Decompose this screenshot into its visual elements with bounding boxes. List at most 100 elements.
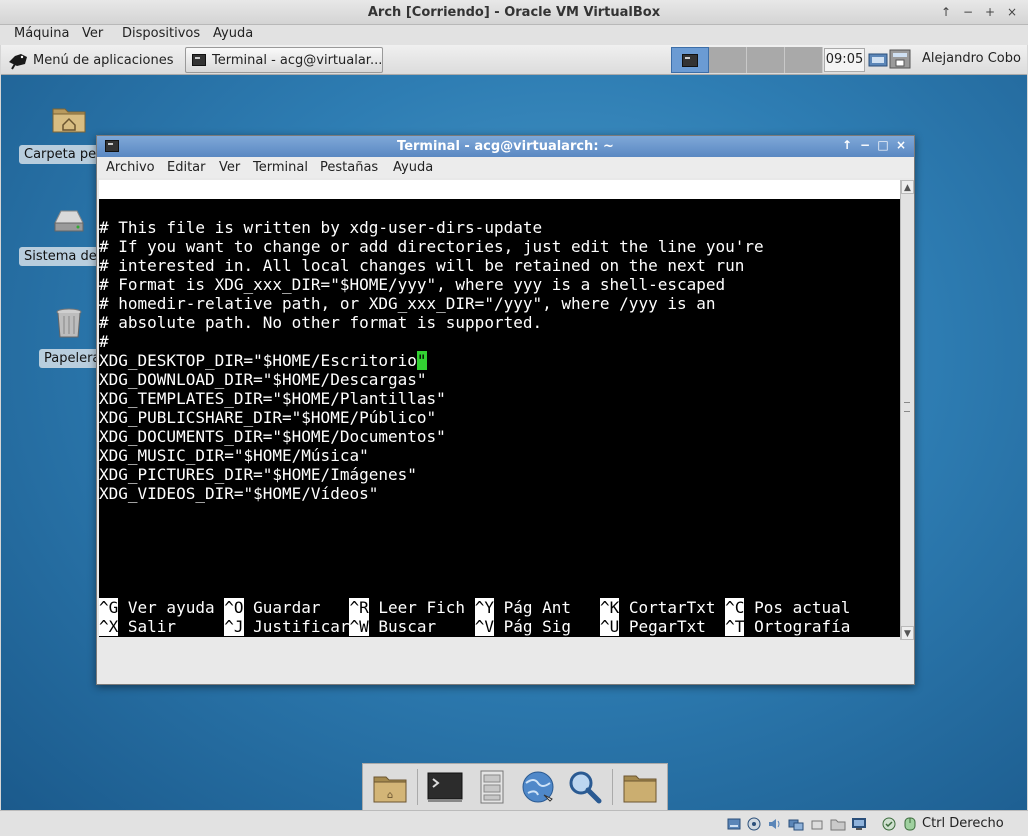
shortcut-label: Ver ayuda xyxy=(118,598,225,617)
file-line-current: XDG_DESKTOP_DIR="$HOME/Escritorio" xyxy=(99,351,900,370)
home-folder-icon[interactable]: ⌂ xyxy=(370,767,410,807)
xfce-mouse-icon xyxy=(9,54,27,70)
shortcut-key: ^T xyxy=(725,617,745,636)
file-line: XDG_PUBLICSHARE_DIR="$HOME/Público" xyxy=(99,408,437,427)
terminal-icon[interactable] xyxy=(425,767,465,807)
shortcut-key: ^G xyxy=(99,598,119,617)
terminal-window[interactable]: Terminal - acg@virtualarch: ~ ↑ − □ × Ar… xyxy=(96,135,915,685)
workspace-2[interactable] xyxy=(709,47,747,73)
file-manager-icon[interactable] xyxy=(472,767,512,807)
applications-menu-label: Menú de aplicaciones xyxy=(33,52,174,68)
usb-icon[interactable] xyxy=(809,816,825,832)
minimize-button[interactable]: − xyxy=(960,4,976,20)
network-adapter-icon[interactable] xyxy=(788,816,804,832)
file-line: XDG_DOWNLOAD_DIR="$HOME/Descargas" xyxy=(99,370,427,389)
terminal-icon xyxy=(682,53,698,67)
file-line: XDG_TEMPLATES_DIR="$HOME/Plantillas" xyxy=(99,389,446,408)
taskbar-terminal-label: Terminal - acg@virtualar... xyxy=(212,52,383,68)
workspace-3[interactable] xyxy=(747,47,785,73)
hard-disk-icon[interactable] xyxy=(726,816,742,832)
terminal-screen[interactable]: GNU nano 2.2.6 Fichero: .config/user-dir… xyxy=(99,180,900,637)
workspace-1[interactable] xyxy=(671,47,709,73)
audio-icon[interactable] xyxy=(766,816,782,832)
menu-ver[interactable]: Ver xyxy=(82,26,103,41)
shortcut-key: ^U xyxy=(599,617,620,636)
scroll-down-arrow[interactable]: ▼ xyxy=(901,626,914,640)
shortcut-label: Salir xyxy=(118,617,225,636)
terminal-menubar: Archivo Editar Ver Terminal Pestañas Ayu… xyxy=(97,157,914,178)
term-menu-terminal[interactable]: Terminal xyxy=(253,160,308,175)
nano-shortcuts-row-1: ^G Ver ayuda ^O Guardar ^R Leer Fich ^Y … xyxy=(99,598,900,617)
scrollbar-grip[interactable] xyxy=(904,402,910,412)
workspace-switcher xyxy=(671,47,823,73)
shortcut-key: ^V xyxy=(474,617,494,636)
terminal-scrollbar[interactable]: ▲ ▼ xyxy=(900,180,914,640)
file-line: XDG_VIDEOS_DIR="$HOME/Vídeos" xyxy=(99,484,379,503)
display-icon[interactable] xyxy=(851,816,867,832)
shortcut-label: Guardar xyxy=(243,598,350,617)
folder-icon[interactable] xyxy=(620,767,660,807)
dock-separator xyxy=(611,769,613,805)
term-menu-ayuda[interactable]: Ayuda xyxy=(393,160,433,175)
term-menu-pestanas[interactable]: Pestañas xyxy=(320,160,378,175)
terminal-keep-above-button[interactable]: ↑ xyxy=(840,138,854,152)
desktop-icon-filesystem-label: Sistema de xyxy=(19,247,102,266)
shortcut-key: ^O xyxy=(224,598,244,617)
file-line: # absolute path. No other format is supp… xyxy=(99,313,543,332)
terminal-titlebar[interactable]: Terminal - acg@virtualarch: ~ ↑ − □ × xyxy=(97,136,914,157)
shortcut-label: Leer Fich xyxy=(368,598,475,617)
dock-panel: ⌂ xyxy=(362,763,668,810)
top-panel: Menú de aplicaciones Terminal - acg@virt… xyxy=(1,45,1027,75)
file-line: XDG_DOCUMENTS_DIR="$HOME/Documentos" xyxy=(99,427,446,446)
terminal-close-button[interactable]: × xyxy=(894,138,908,152)
menu-maquina[interactable]: Máquina xyxy=(14,26,70,41)
text-cursor: " xyxy=(416,351,427,370)
svg-text:⌂: ⌂ xyxy=(387,790,393,801)
menu-dispositivos[interactable]: Dispositivos xyxy=(122,26,200,41)
network-icon[interactable] xyxy=(868,48,916,72)
nano-shortcuts-row-2: ^X Salir ^J Justificar^W Buscar ^V Pág S… xyxy=(99,617,900,636)
taskbar-terminal-button[interactable]: Terminal - acg@virtualar... xyxy=(185,47,383,73)
optical-drive-icon[interactable] xyxy=(746,816,762,832)
term-menu-ver[interactable]: Ver xyxy=(219,160,240,175)
shortcut-label: CortarTxt xyxy=(619,598,726,617)
file-line-text: XDG_DESKTOP_DIR="$HOME/Escritorio xyxy=(99,351,417,370)
host-menubar: Máquina Ver Dispositivos Ayuda xyxy=(0,25,1028,45)
shared-folders-icon[interactable] xyxy=(830,816,846,832)
guest-screen[interactable]: Menú de aplicaciones Terminal - acg@virt… xyxy=(1,45,1027,810)
nano-header: GNU nano 2.2.6 Fichero: .config/user-dir… xyxy=(99,180,900,199)
term-menu-editar[interactable]: Editar xyxy=(167,160,206,175)
maximize-button[interactable]: + xyxy=(982,4,998,20)
host-key-label: Ctrl Derecho xyxy=(922,816,1004,831)
file-line xyxy=(99,199,900,218)
terminal-minimize-button[interactable]: − xyxy=(858,138,872,152)
terminal-icon xyxy=(192,54,206,66)
shortcut-label: Justificar xyxy=(243,617,350,636)
keep-above-button[interactable]: ↑ xyxy=(938,4,954,20)
user-name[interactable]: Alejandro Cobo xyxy=(922,51,1021,66)
search-icon[interactable] xyxy=(565,767,605,807)
shortcut-key: ^X xyxy=(99,617,119,636)
file-line: # Format is XDG_xxx_DIR="$HOME/yyy", whe… xyxy=(99,275,726,294)
close-button[interactable]: × xyxy=(1004,4,1020,20)
scroll-up-arrow[interactable]: ▲ xyxy=(901,180,914,194)
menu-ayuda[interactable]: Ayuda xyxy=(213,26,253,41)
mouse-integration-icon[interactable] xyxy=(902,816,918,832)
file-line: # This file is written by xdg-user-dirs-… xyxy=(99,218,543,237)
virtualization-icon[interactable] xyxy=(881,816,897,832)
workspace-4[interactable] xyxy=(785,47,823,73)
desktop-icon-home-label: Carpeta pe xyxy=(19,145,102,164)
dock-separator xyxy=(417,769,419,805)
file-line: XDG_MUSIC_DIR="$HOME/Música" xyxy=(99,446,369,465)
shortcut-key: ^K xyxy=(599,598,620,617)
terminal-maximize-button[interactable]: □ xyxy=(876,138,890,152)
shortcut-label: PegarTxt xyxy=(619,617,726,636)
term-menu-archivo[interactable]: Archivo xyxy=(106,160,155,175)
shortcut-key: ^Y xyxy=(474,598,494,617)
file-line: # If you want to change or add directori… xyxy=(99,237,764,256)
applications-menu-button[interactable]: Menú de aplicaciones xyxy=(7,49,174,71)
panel-clock[interactable]: 09:05 xyxy=(824,48,865,72)
host-window-title: Arch [Corriendo] - Oracle VM VirtualBox xyxy=(367,5,661,20)
web-browser-icon[interactable] xyxy=(518,767,558,807)
trash-icon xyxy=(56,308,82,338)
